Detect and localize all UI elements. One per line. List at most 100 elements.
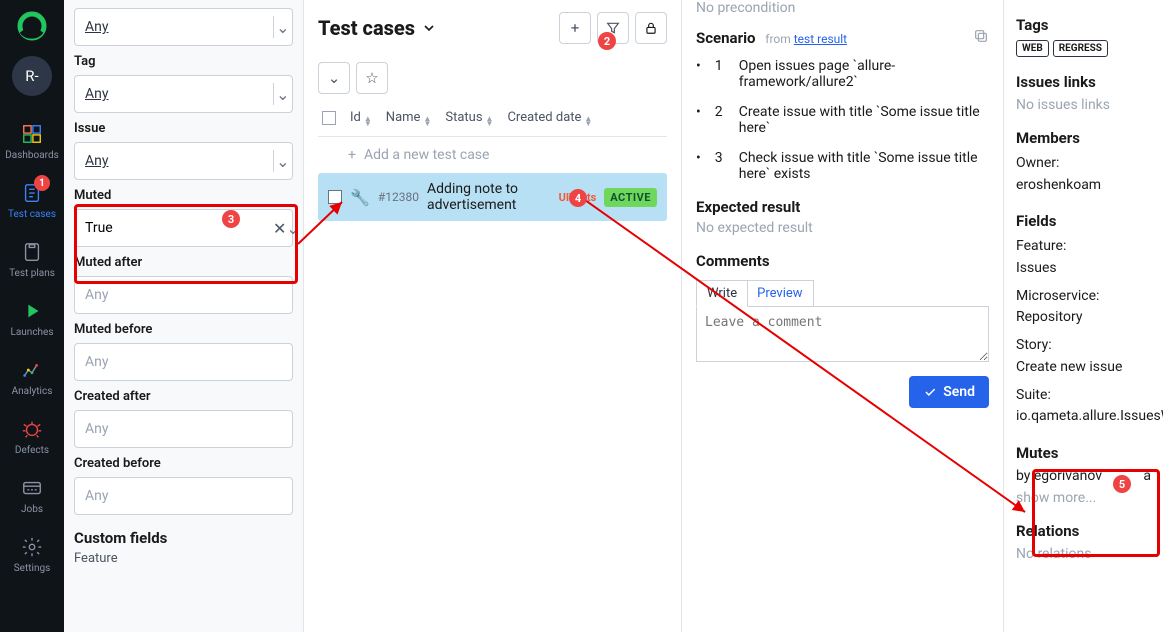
filter-label: Tag (74, 54, 293, 69)
filter-input-muted[interactable] (75, 220, 273, 236)
nav-launches[interactable]: Launches (0, 291, 64, 346)
scenario-heading: Scenario from test result (696, 29, 847, 47)
field-suite: Suite:io.qameta.allure.IssuesWebTest (1016, 385, 1151, 428)
nav-jobs[interactable]: Jobs (0, 468, 64, 523)
nav-defects[interactable]: Defects (0, 409, 64, 464)
filter-select-issue[interactable]: ⌄ (74, 142, 293, 180)
sidebar-nav: R- Dashboards 1 Test cases Test plans La… (0, 0, 64, 632)
show-more[interactable]: show more... (1016, 490, 1151, 506)
expand-button[interactable]: ⌄ (318, 62, 350, 94)
dashboard-icon (20, 122, 44, 146)
nav-label: Defects (15, 445, 49, 456)
test-result-link[interactable]: test result (794, 32, 847, 46)
annotation-callout-5: 5 (1113, 475, 1131, 493)
column-headers: Id▲▼ Name▲▼ Status▲▼ Created date▲▼ (318, 110, 667, 137)
nav-test-plans[interactable]: Test plans (0, 232, 64, 287)
tab-write[interactable]: Write (696, 280, 748, 307)
nav-badge: 1 (34, 175, 50, 191)
filter-group: ⌄ (74, 8, 293, 46)
bug-icon (20, 417, 44, 441)
test-name: Adding note to advertisement (427, 181, 547, 213)
filter-input[interactable] (75, 153, 273, 169)
test-cases-title[interactable]: Test cases (318, 16, 437, 40)
filter-select-created-after[interactable] (74, 410, 293, 448)
relations-none: No relations (1016, 546, 1151, 562)
row-checkbox[interactable] (328, 190, 342, 204)
mutes-heading: Mutes (1016, 444, 1151, 462)
detail-panel: No precondition Scenario from test resul… (682, 0, 1004, 632)
col-id[interactable]: Id▲▼ (350, 110, 372, 126)
filter-input[interactable] (75, 86, 273, 102)
app-logo (14, 8, 50, 44)
filter-select-created-before[interactable] (74, 477, 293, 515)
nav-label: Dashboards (5, 150, 59, 161)
filter-label: Issue (74, 121, 293, 136)
filter-select[interactable]: ⌄ (74, 8, 293, 46)
filter-input[interactable] (75, 354, 292, 370)
nav-label: Jobs (21, 504, 43, 515)
no-precondition: No precondition (696, 0, 989, 16)
tab-preview[interactable]: Preview (747, 281, 812, 306)
chevron-down-icon: ⌄ (274, 85, 292, 104)
scenario-steps: •1Open issues page `allure-framework/all… (696, 58, 989, 182)
select-all-checkbox[interactable] (322, 111, 336, 125)
filter-input[interactable] (75, 488, 292, 504)
relations-heading: Relations (1016, 522, 1151, 540)
filter-select-muted-after[interactable] (74, 276, 293, 314)
filter-select-tag[interactable]: ⌄ (74, 75, 293, 113)
custom-fields-sub: Feature (74, 551, 293, 566)
col-created[interactable]: Created date▲▼ (507, 110, 592, 126)
chevron-down-icon (421, 20, 437, 36)
chevron-down-icon: ⌄ (286, 219, 299, 238)
nav-settings[interactable]: Settings (0, 527, 64, 582)
send-button[interactable]: Send (909, 376, 989, 408)
tag[interactable]: WEB (1016, 40, 1049, 57)
analytics-icon (20, 358, 44, 382)
nav-label: Test plans (9, 268, 55, 279)
gear-icon (20, 535, 44, 559)
test-id: #12380 (378, 190, 419, 204)
clear-icon[interactable]: ✕ (273, 219, 286, 238)
filter-label: Created before (74, 456, 293, 471)
field-story: Story:Create new issue (1016, 335, 1151, 378)
filter-input[interactable] (75, 19, 273, 35)
comment-textarea[interactable] (696, 306, 989, 362)
wrench-icon: 🔧 (350, 188, 370, 207)
filter-input[interactable] (75, 287, 292, 303)
filter-label: Created after (74, 389, 293, 404)
add-test-case[interactable]: + Add a new test case (318, 137, 667, 173)
field-microservice: Microservice:Repository (1016, 286, 1151, 329)
tag[interactable]: REGRESS (1053, 40, 1108, 57)
issues-heading: Issues links (1016, 73, 1151, 91)
meta-panel: Tags WEB REGRESS Issues links No issues … (1004, 0, 1163, 632)
filter-label-muted: Muted (74, 188, 293, 203)
copy-icon[interactable] (973, 28, 989, 48)
chevron-down-icon: ⌄ (274, 152, 292, 171)
nav-dashboards[interactable]: Dashboards (0, 114, 64, 169)
custom-fields-heading: Custom fields (74, 529, 293, 547)
nav-test-cases[interactable]: 1 Test cases (0, 173, 64, 228)
expected-heading: Expected result (696, 198, 989, 216)
lock-button[interactable] (635, 12, 667, 44)
col-status[interactable]: Status▲▼ (445, 110, 493, 126)
nav-analytics[interactable]: Analytics (0, 350, 64, 405)
nav-label: Analytics (12, 386, 53, 397)
fields-heading: Fields (1016, 212, 1151, 230)
filter-select-muted[interactable]: ✕ ⌄ (74, 209, 293, 247)
filter-label: Muted after (74, 255, 293, 270)
nav-label: Launches (10, 327, 53, 338)
nav-label: Test cases (8, 209, 56, 220)
field-feature: Feature:Issues (1016, 236, 1151, 279)
filter-select-muted-before[interactable] (74, 343, 293, 381)
check-icon (923, 385, 937, 399)
test-cases-panel: Test cases + ⌄ ☆ Id▲▼ Name▲▼ Status▲▼ Cr… (304, 0, 682, 632)
col-name[interactable]: Name▲▼ (386, 110, 432, 126)
test-case-row[interactable]: 🔧 #12380 Adding note to advertisement UI… (318, 173, 667, 221)
annotation-callout-2: 2 (598, 32, 616, 50)
filter-input[interactable] (75, 421, 292, 437)
add-button[interactable]: + (559, 12, 591, 44)
launches-icon (20, 299, 44, 323)
expected-none: No expected result (696, 220, 989, 236)
star-button[interactable]: ☆ (356, 62, 388, 94)
user-avatar[interactable]: R- (12, 56, 52, 96)
